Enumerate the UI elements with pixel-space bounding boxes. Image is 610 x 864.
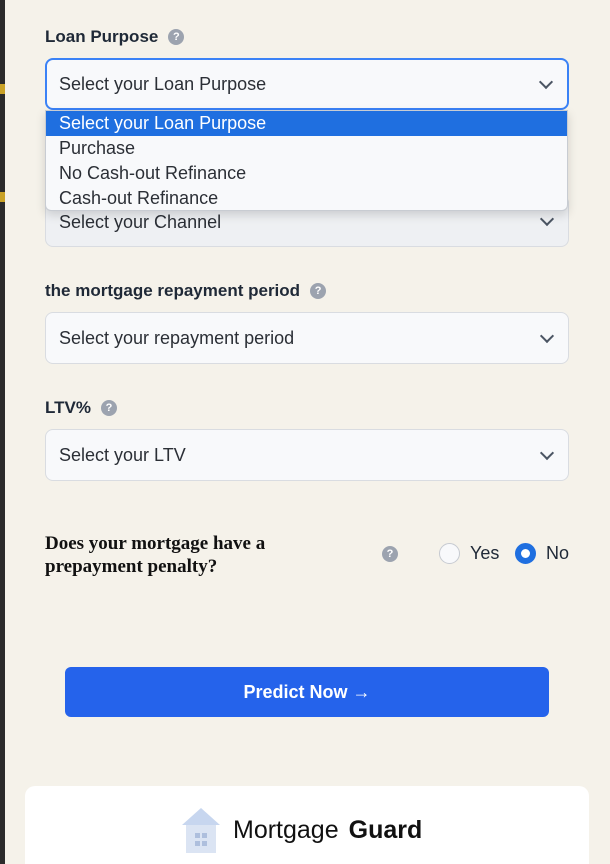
repayment-label: the mortgage repayment period ? bbox=[45, 281, 327, 301]
yes-label[interactable]: Yes bbox=[470, 543, 499, 564]
brand-card: Mortgage Guard bbox=[25, 786, 589, 864]
yes-radio[interactable] bbox=[439, 543, 460, 564]
loan-purpose-label-text: Loan Purpose bbox=[45, 27, 159, 46]
dropdown-option-cashout[interactable]: Cash-out Refinance bbox=[46, 186, 567, 210]
prepayment-no-option[interactable]: No bbox=[515, 543, 569, 564]
prepayment-question: Does your mortgage have a prepayment pen… bbox=[45, 533, 266, 577]
channel-value: Select your Channel bbox=[59, 211, 222, 232]
chevron-down-icon bbox=[538, 74, 554, 90]
no-label[interactable]: No bbox=[546, 543, 569, 564]
left-window-edge bbox=[0, 0, 5, 864]
ltv-select[interactable]: Select your LTV bbox=[45, 429, 569, 481]
brand-name-regular: Mortgage bbox=[233, 816, 339, 844]
chevron-down-icon bbox=[539, 211, 555, 227]
help-icon[interactable]: ? bbox=[168, 29, 185, 45]
prepayment-yes-option[interactable]: Yes bbox=[439, 543, 499, 564]
ltv-label-text: LTV% bbox=[45, 398, 91, 417]
dropdown-option-purchase[interactable]: Purchase bbox=[46, 136, 567, 161]
loan-purpose-label: Loan Purpose ? bbox=[45, 27, 185, 47]
repayment-value: Select your repayment period bbox=[59, 327, 295, 348]
edge-marker bbox=[0, 192, 5, 202]
repayment-label-text: the mortgage repayment period bbox=[45, 281, 301, 300]
predict-now-button[interactable]: Predict Now → bbox=[65, 667, 549, 717]
dropdown-option-no-cashout[interactable]: No Cash-out Refinance bbox=[46, 161, 567, 186]
brand-name-bold: Guard bbox=[348, 816, 423, 844]
brand-name: Mortgage Guard bbox=[233, 816, 422, 845]
edge-marker bbox=[0, 84, 5, 94]
help-icon[interactable]: ? bbox=[382, 546, 398, 562]
repayment-select[interactable]: Select your repayment period bbox=[45, 312, 569, 364]
help-icon[interactable]: ? bbox=[100, 400, 117, 416]
loan-purpose-select[interactable]: Select your Loan Purpose bbox=[45, 58, 569, 110]
ltv-value: Select your LTV bbox=[59, 444, 186, 465]
dropdown-option-default[interactable]: Select your Loan Purpose bbox=[46, 111, 567, 136]
loan-purpose-dropdown: Select your Loan Purpose Purchase No Cas… bbox=[45, 110, 568, 211]
no-radio[interactable] bbox=[515, 543, 536, 564]
house-logo-icon bbox=[182, 808, 220, 853]
help-icon[interactable]: ? bbox=[310, 283, 327, 299]
loan-purpose-value: Select your Loan Purpose bbox=[59, 73, 267, 94]
chevron-down-icon bbox=[539, 328, 555, 344]
chevron-down-icon bbox=[539, 445, 555, 461]
ltv-label: LTV% ? bbox=[45, 398, 117, 418]
